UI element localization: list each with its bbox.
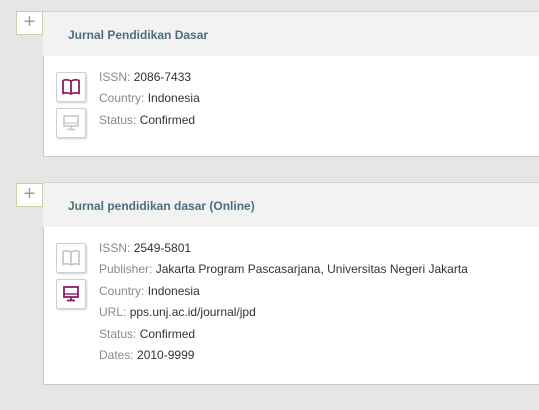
record-body: ISSN: 2086-7433 Country: Indonesia Statu… <box>43 56 539 157</box>
field-value: 2010-9999 <box>137 348 195 362</box>
field-dates: Dates: 2010-9999 <box>99 348 194 362</box>
field-label: Country: <box>99 284 145 298</box>
record-card: Jurnal pendidikan dasar (Online) ISSN: 2… <box>43 182 539 385</box>
field-url: URL: pps.unj.ac.id/journal/jpd <box>99 305 256 319</box>
field-status: Status: Confirmed <box>99 113 195 127</box>
field-value: 2086-7433 <box>133 70 192 84</box>
record-title: Jurnal Pendidikan Dasar <box>68 28 209 42</box>
field-value: Indonesia <box>147 91 200 105</box>
field-label: URL: <box>99 305 127 319</box>
field-value: Jakarta Program Pascasarjana, Universita… <box>155 262 468 276</box>
record-title: Jurnal pendidikan dasar (Online) <box>68 199 255 213</box>
field-label: ISSN: <box>99 70 131 84</box>
field-value: Confirmed <box>139 113 196 127</box>
print-book-icon[interactable] <box>56 72 86 102</box>
record-header: Jurnal Pendidikan Dasar <box>43 11 539 56</box>
record-body: ISSN: 2549-5801 Publisher: Jakarta Progr… <box>43 227 539 385</box>
field-label: ISSN: <box>99 241 131 255</box>
field-label: Status: <box>99 113 137 127</box>
print-book-icon[interactable] <box>56 243 86 273</box>
field-label: Country: <box>99 91 145 105</box>
online-monitor-icon[interactable] <box>56 108 86 138</box>
field-publisher: Publisher: Jakarta Program Pascasarjana,… <box>99 262 468 276</box>
record-header: Jurnal pendidikan dasar (Online) <box>43 182 539 227</box>
field-country: Country: Indonesia <box>99 91 200 105</box>
field-value: Confirmed <box>139 327 196 341</box>
expand-button[interactable]: + <box>16 183 43 207</box>
expand-button[interactable]: + <box>16 11 43 35</box>
field-label: Dates: <box>99 348 134 362</box>
field-value[interactable]: pps.unj.ac.id/journal/jpd <box>130 305 256 319</box>
field-issn: ISSN: 2086-7433 <box>99 70 191 84</box>
field-country: Country: Indonesia <box>99 284 200 298</box>
field-value: 2549-5801 <box>133 241 192 255</box>
record-card: Jurnal Pendidikan Dasar ISSN: 2086-7433 … <box>43 11 539 157</box>
field-issn: ISSN: 2549-5801 <box>99 241 191 255</box>
field-status: Status: Confirmed <box>99 327 195 341</box>
online-monitor-icon[interactable] <box>56 279 86 309</box>
field-label: Status: <box>99 327 137 341</box>
field-label: Publisher: <box>99 262 153 276</box>
field-value: Indonesia <box>147 284 200 298</box>
